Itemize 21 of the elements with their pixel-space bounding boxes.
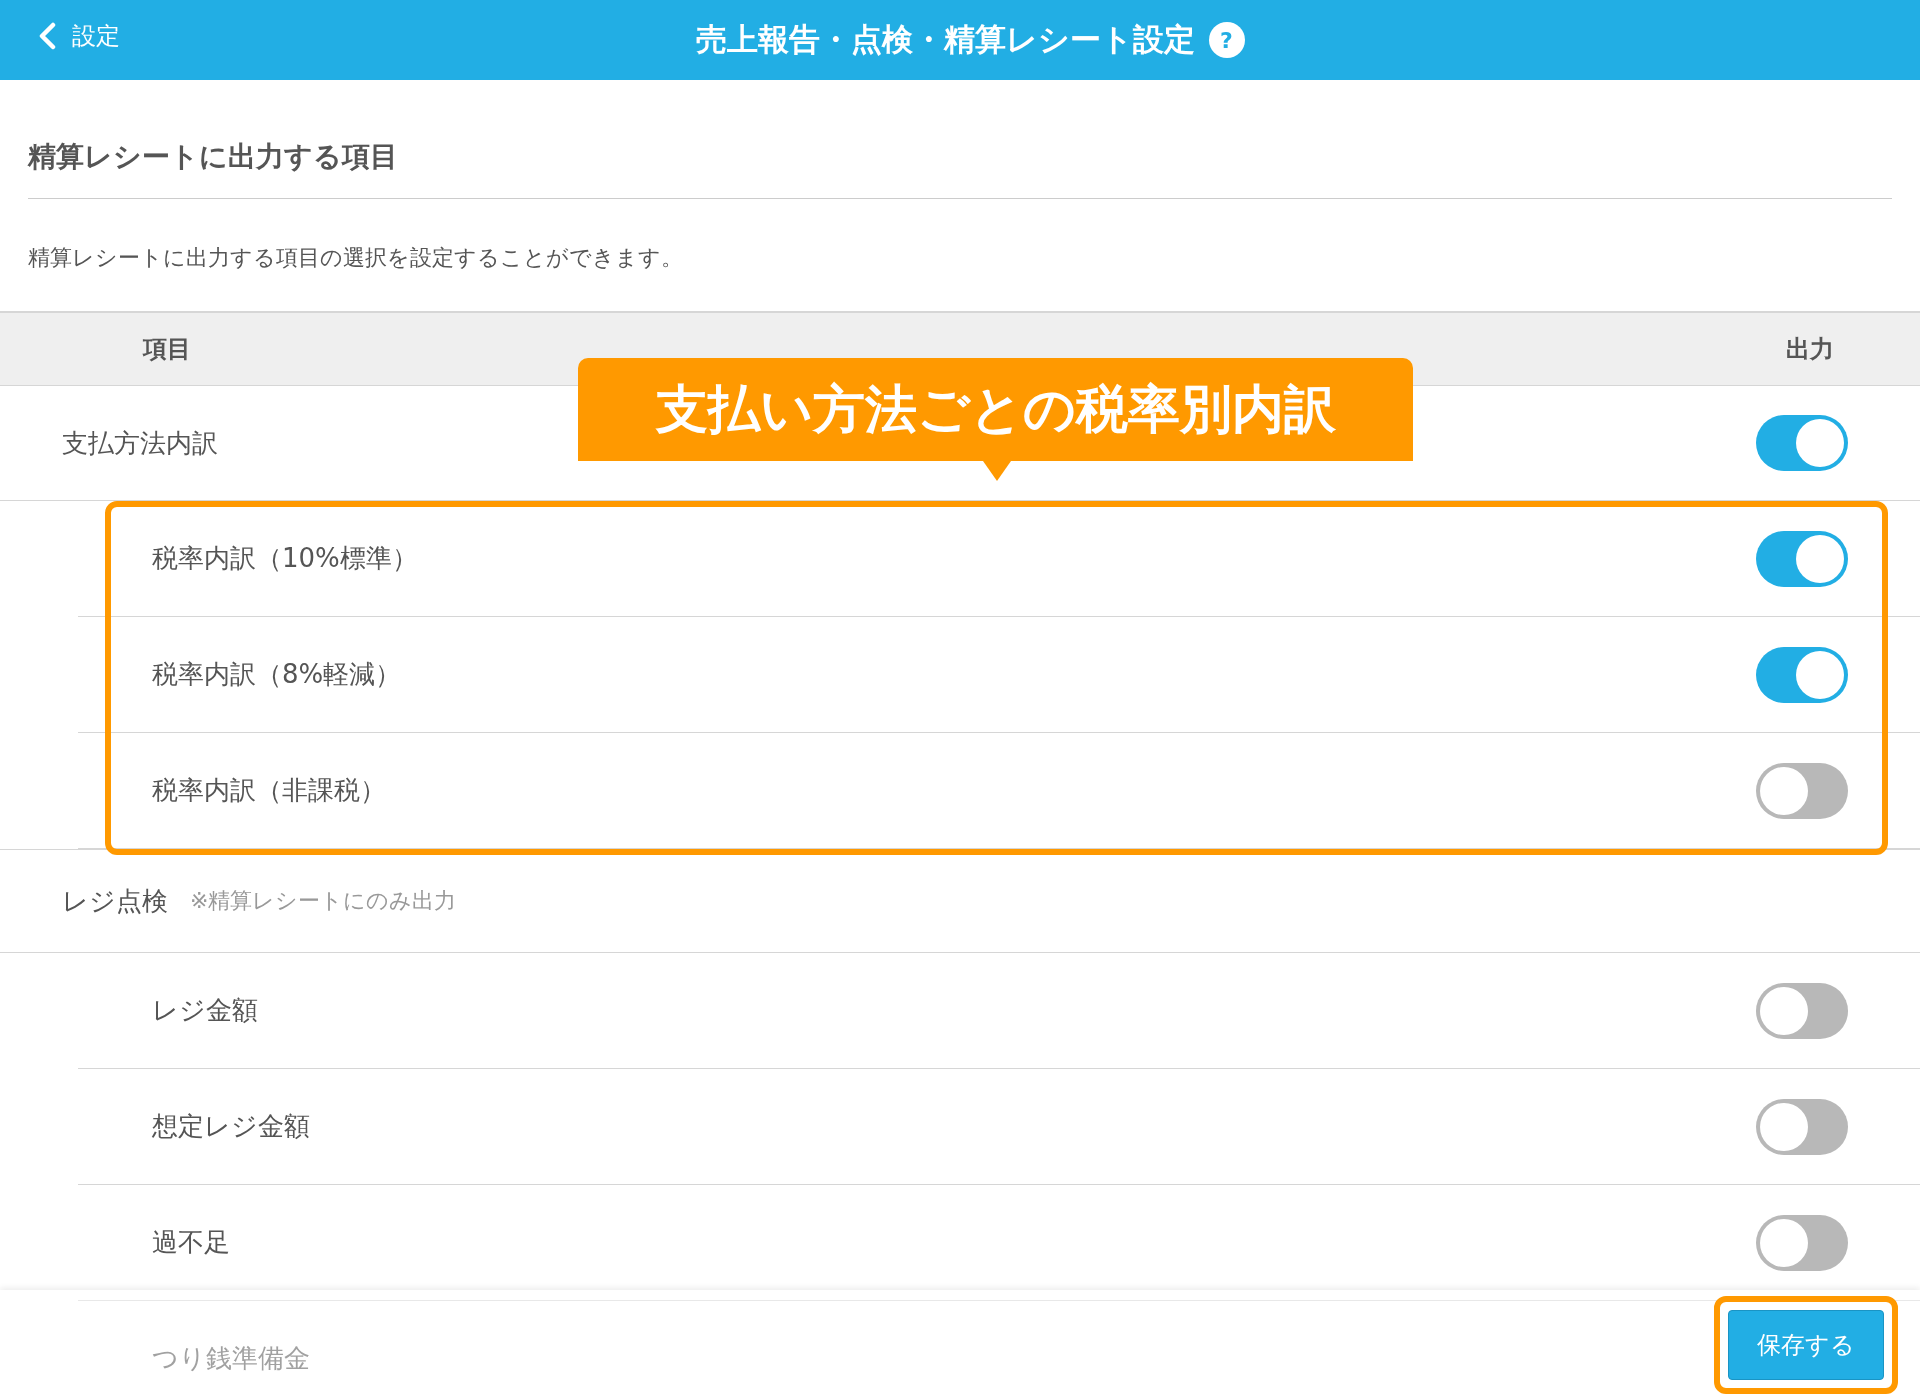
callout-bubble: 支払い方法ごとの税率別内訳 bbox=[578, 358, 1413, 481]
item-label: 税率内訳（10%標準） bbox=[152, 542, 418, 575]
chevron-left-icon bbox=[38, 22, 56, 50]
save-button[interactable]: 保存する bbox=[1728, 1310, 1884, 1380]
item-label: レジ金額 bbox=[152, 994, 258, 1027]
item-label: 税率内訳（8%軽減） bbox=[152, 658, 402, 691]
item-label: 想定レジ金額 bbox=[152, 1110, 310, 1143]
back-button[interactable]: 設定 bbox=[38, 20, 120, 52]
item-label: つり銭準備金 bbox=[152, 1342, 310, 1375]
help-button[interactable]: ? bbox=[1208, 22, 1245, 58]
column-header: 出力 bbox=[1786, 334, 1834, 365]
column-header: 項目 bbox=[143, 334, 191, 365]
page-title: 売上報告・点検・精算レシート設定 bbox=[695, 20, 1195, 59]
item-label: 過不足 bbox=[152, 1226, 230, 1259]
section-description: 精算レシートに出力する項目の選択を設定することができます。 bbox=[28, 244, 684, 272]
note-text: ※精算レシートにのみ出力 bbox=[190, 887, 457, 915]
toggle-switch[interactable] bbox=[1756, 415, 1848, 471]
section-title: 精算レシートに出力する項目 bbox=[28, 138, 1892, 199]
group-label: 支払方法内訳 bbox=[62, 426, 218, 460]
item-label: 税率内訳（非課税） bbox=[152, 774, 386, 807]
group-label: レジ点検 bbox=[62, 884, 168, 918]
